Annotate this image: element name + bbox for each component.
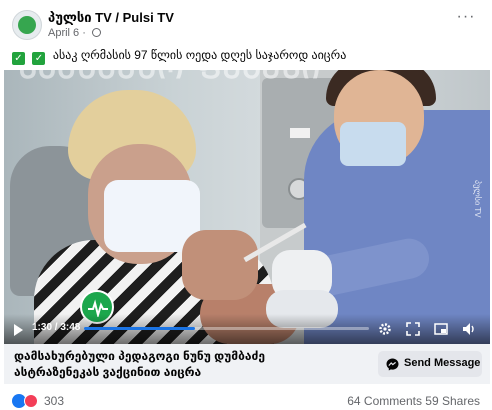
shares-link[interactable]: 59 Shares [425, 394, 480, 408]
reactions-bar: 303 64 Comments 59 Shares [0, 392, 492, 410]
post-caption-row: ✓ ✓ ასაკ ღრმასის 97 წლის ოედა დღეს საჯარ… [12, 46, 482, 65]
link-title[interactable]: დამსახურებული პედაგოგი ნუნუ დუმბაძე ასტრ… [14, 348, 344, 380]
play-icon[interactable] [14, 324, 23, 336]
picture-in-picture-icon[interactable] [434, 322, 448, 336]
post-caption: ასაკ ღრმასის 97 წლის ოედა დღეს საჯაროდ ა… [52, 48, 347, 62]
post-date[interactable]: April 6 [48, 27, 79, 39]
check-mark-icon: ✓ [12, 52, 25, 65]
check-mark-icon: ✓ [32, 52, 46, 65]
messenger-icon [386, 358, 399, 371]
more-options-button[interactable]: ··· [454, 9, 478, 28]
engagement-stats: 64 Comments 59 Shares [347, 394, 480, 408]
progress-fill [84, 327, 196, 330]
love-reaction-icon[interactable] [24, 394, 38, 408]
video-player[interactable]: ᲡᲐᲛᲬᲛᲔᲜᲝ ᲤᲔᲒᲔᲡᲘ პულსი TV 1:30 / 3:48 [4, 70, 490, 344]
send-message-button[interactable]: Send Message [378, 351, 482, 377]
pulse-logo-icon [18, 16, 36, 34]
post-meta: April 6 · [48, 27, 101, 39]
globe-icon [91, 28, 101, 37]
video-watermark: ᲡᲐᲛᲬᲛᲔᲜᲝ ᲤᲔᲒᲔᲡᲘ [18, 70, 321, 87]
link-preview[interactable]: დამსახურებული პედაგოგი ნუნუ დუმბაძე ასტრ… [4, 344, 490, 384]
page-name-link[interactable]: პულსი TV / Pulsi TV [48, 10, 174, 26]
video-controls: 1:30 / 3:48 [4, 314, 490, 344]
settings-gear-icon[interactable] [378, 322, 392, 336]
video-time: 1:30 / 3:48 [32, 322, 81, 333]
volume-icon[interactable] [462, 322, 476, 336]
fullscreen-icon[interactable] [406, 322, 420, 336]
progress-bar[interactable] [84, 327, 369, 330]
comments-link[interactable]: 64 Comments [347, 394, 422, 408]
page-avatar[interactable] [12, 10, 42, 40]
channel-side-logo: პულსი TV [473, 180, 482, 218]
post-header: პულსი TV / Pulsi TV April 6 · ··· ✓ ✓ ას… [0, 0, 492, 68]
reaction-count[interactable]: 303 [44, 394, 64, 408]
facebook-post: პულსი TV / Pulsi TV April 6 · ··· ✓ ✓ ას… [0, 0, 492, 410]
